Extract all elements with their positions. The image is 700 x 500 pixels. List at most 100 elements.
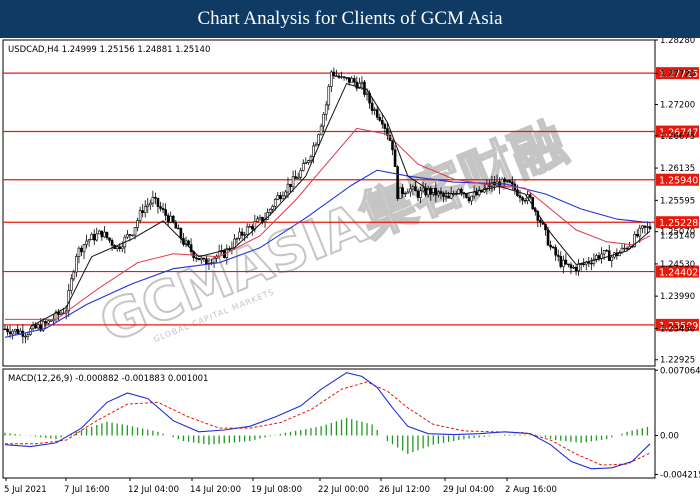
candle-body	[574, 266, 578, 271]
candle-body	[85, 240, 88, 245]
candle-body	[518, 195, 522, 198]
candle-body	[442, 193, 445, 197]
candle-body	[120, 246, 124, 250]
candle-body	[82, 244, 86, 253]
candle-body	[299, 170, 303, 178]
candle-body	[347, 77, 351, 83]
candle-body	[281, 195, 285, 200]
candle-body	[289, 183, 292, 188]
candle-body	[401, 187, 405, 194]
candle-body	[319, 125, 323, 136]
candle-body	[286, 183, 290, 193]
candle-body	[26, 334, 30, 337]
time-tick-label: 5 Jul 2021	[4, 485, 47, 495]
candle-body	[332, 71, 336, 77]
candle-body	[13, 328, 17, 332]
candle-body	[342, 76, 346, 78]
candle-body	[95, 233, 99, 241]
candle-body	[294, 176, 297, 179]
price-tick-label: 1.22925	[660, 356, 695, 366]
price-tick-label: 1.23450	[660, 324, 695, 334]
candle-body	[197, 258, 201, 261]
candle-body	[556, 254, 560, 257]
candle-body	[156, 198, 160, 207]
candle-body	[523, 199, 527, 202]
candle-body	[646, 226, 649, 228]
price-tick-label: 1.27720	[660, 69, 695, 79]
time-tick-label: 26 Jul 12:00	[379, 485, 430, 495]
candle-body	[582, 263, 586, 265]
candle-body	[424, 187, 427, 196]
candle-body	[304, 162, 308, 164]
time-tick-label: 22 Jul 00:00	[318, 485, 369, 495]
candle-body	[434, 187, 438, 196]
candle-body	[268, 209, 272, 213]
time-tick-label: 2 Aug 16:00	[505, 485, 557, 495]
candle-body	[381, 120, 384, 125]
candle-body	[340, 76, 343, 78]
macd-panel-info: MACD(12,26,9) -0.000882 -0.001883 0.0010…	[8, 374, 208, 384]
price-tick-label: 1.25595	[660, 196, 695, 206]
candle-body	[307, 160, 310, 163]
level-label: 1.25940	[659, 176, 698, 187]
candle-body	[171, 215, 175, 223]
candle-body	[166, 215, 170, 223]
candle-body	[47, 320, 50, 324]
watermark-brand: GCMASIA集客财融	[91, 111, 575, 355]
candle-body	[174, 221, 178, 229]
candle-body	[472, 191, 476, 197]
price-tick-label: 1.26135	[660, 164, 695, 174]
candle-body	[648, 226, 652, 230]
price-tick-label: 1.23990	[660, 292, 695, 302]
time-tick-label: 7 Jul 16:00	[64, 485, 110, 495]
candle-body	[641, 225, 644, 229]
candle-body	[133, 227, 137, 236]
candle-body	[373, 109, 376, 111]
macd-tick-label: -0.004215	[660, 470, 700, 480]
candle-body	[146, 204, 150, 208]
candle-body	[103, 231, 106, 238]
candle-body	[240, 231, 244, 236]
time-tick-label: 19 Jul 08:00	[251, 485, 302, 495]
macd-tick-label: 0.007064	[660, 366, 700, 376]
candle-body	[98, 230, 101, 235]
candle-body	[16, 328, 20, 335]
time-tick-label: 12 Jul 04:00	[128, 485, 179, 495]
candle-body	[470, 195, 473, 202]
candle-body	[409, 188, 412, 193]
candle-body	[72, 271, 76, 280]
candle-body	[273, 199, 277, 207]
macd-line	[4, 372, 651, 470]
candle-body	[154, 196, 157, 199]
candle-body	[138, 210, 142, 221]
candle-body	[312, 145, 315, 157]
candle-body	[559, 256, 563, 267]
candle-body	[602, 250, 606, 255]
candle-body	[421, 187, 425, 192]
candle-body	[309, 156, 313, 161]
candle-body	[370, 102, 374, 111]
candle-body	[87, 239, 91, 242]
candle-body	[11, 330, 14, 335]
candle-body	[635, 234, 639, 237]
candle-body	[100, 230, 104, 238]
candle-body	[296, 176, 300, 179]
candle-body	[159, 206, 162, 209]
candle-body	[567, 263, 570, 266]
candle-body	[467, 197, 471, 202]
candle-body	[126, 234, 129, 238]
candle-body	[108, 237, 111, 241]
candle-body	[360, 81, 364, 84]
candle-body	[393, 149, 397, 167]
candle-body	[49, 320, 53, 322]
candle-body	[549, 244, 552, 248]
candle-body	[324, 104, 328, 115]
price-tick-label: 1.27200	[660, 100, 695, 110]
candle-body	[105, 231, 109, 239]
candle-body	[505, 180, 509, 182]
candle-body	[322, 113, 325, 127]
current-price-label: 1.25140	[660, 231, 695, 241]
candle-body	[317, 134, 320, 145]
candle-body	[187, 240, 190, 245]
candle-body	[546, 229, 550, 246]
